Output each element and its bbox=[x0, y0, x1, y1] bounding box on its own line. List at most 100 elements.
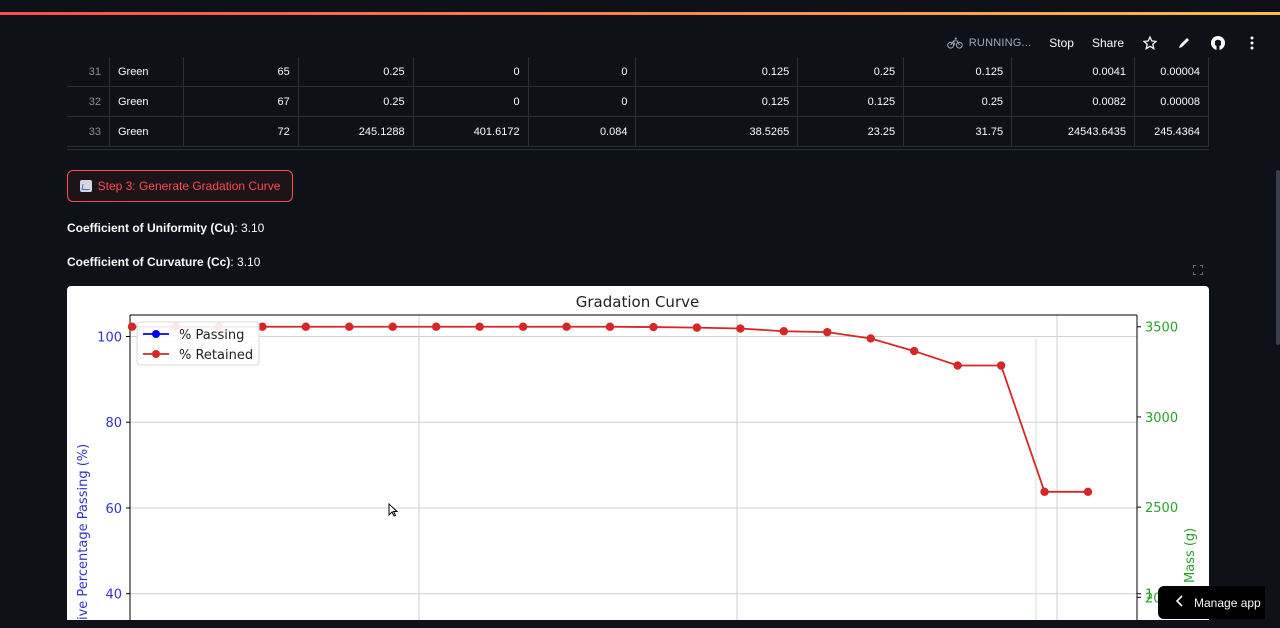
y2-axis-label: Mass (g) bbox=[1183, 528, 1198, 583]
page-scrollbar[interactable] bbox=[1276, 170, 1280, 345]
table-cell: 245.1288 bbox=[298, 116, 414, 147]
retained-data-point bbox=[127, 322, 137, 331]
table-cell: Green bbox=[109, 86, 184, 117]
table-cell: 23.25 bbox=[797, 116, 905, 147]
table-cell: 65 bbox=[183, 57, 299, 87]
retained-data-point bbox=[345, 322, 354, 331]
retained-data-point bbox=[1083, 487, 1093, 496]
table-cell: Green bbox=[109, 57, 184, 87]
right-tick-label: 3500 bbox=[1145, 321, 1178, 336]
running-label: RUNNING... bbox=[968, 37, 1032, 49]
running-status: RUNNING... bbox=[947, 35, 1032, 51]
generate-gradation-curve-button[interactable]: Step 3: Generate Gradation Curve bbox=[67, 170, 293, 202]
star-icon[interactable] bbox=[1142, 35, 1158, 51]
row-index: 33 bbox=[67, 116, 110, 147]
legend-label: % Retained bbox=[179, 348, 253, 363]
row-index: 32 bbox=[67, 86, 110, 117]
left-tick-label: 80 bbox=[105, 416, 122, 431]
chart-title: Gradation Curve bbox=[576, 293, 699, 311]
table-cell: 0.25 bbox=[298, 86, 414, 117]
bottom-bar bbox=[0, 620, 1280, 628]
chevron-left-icon bbox=[1175, 595, 1184, 610]
retained-data-point bbox=[736, 324, 745, 333]
table-cell: 0.125 bbox=[635, 57, 799, 87]
table-cell: 0.25 bbox=[903, 86, 1013, 117]
header-decoration bbox=[0, 12, 1280, 15]
retained-data-point bbox=[475, 322, 484, 331]
more-icon[interactable] bbox=[1244, 35, 1260, 51]
mouse-cursor-icon bbox=[388, 502, 399, 522]
edit-icon[interactable] bbox=[1176, 35, 1192, 51]
running-icon bbox=[947, 35, 963, 51]
retained-data-point bbox=[866, 334, 875, 343]
table-cell: 67 bbox=[183, 86, 299, 117]
retained-data-point bbox=[692, 323, 702, 332]
retained-data-point bbox=[388, 322, 397, 331]
legend-marker bbox=[152, 350, 160, 358]
manage-app-label: Manage app bbox=[1194, 595, 1261, 610]
legend-label: % Passing bbox=[179, 328, 244, 343]
retained-data-point bbox=[909, 346, 919, 356]
row-index: 31 bbox=[67, 57, 110, 87]
table-row: 33 Green 72 245.1288 401.6172 0.084 38.5265 23.… bbox=[67, 116, 1209, 147]
chart-icon bbox=[79, 180, 92, 192]
retained-data-point bbox=[431, 322, 441, 331]
retained-data-point bbox=[649, 322, 658, 332]
table-cell: 0.0041 bbox=[1011, 57, 1135, 87]
table-cell: 0 bbox=[528, 57, 637, 87]
table-cell: 0.084 bbox=[528, 116, 637, 147]
table-cell: 0.00008 bbox=[1134, 86, 1209, 117]
app-toolbar: RUNNING... Stop Share bbox=[947, 32, 1260, 54]
table-cell: 72 bbox=[183, 116, 299, 147]
uniformity-coefficient: Coefficient of Uniformity (Cu): 3.10 bbox=[67, 221, 264, 235]
cu-label: Coefficient of Uniformity (Cu) bbox=[67, 221, 235, 235]
y-axis-label: ive Percentage Passing (%) bbox=[76, 444, 91, 620]
data-table: 31 Green 65 0.25 0 0 0.125 0.25 0.125 0.0041 0.000… bbox=[67, 57, 1209, 150]
retained-data-point bbox=[996, 361, 1006, 370]
table-cell: 0.0082 bbox=[1011, 86, 1135, 117]
table-row: 31 Green 65 0.25 0 0 0.125 0.25 0.125 0.0041 0.000… bbox=[67, 57, 1209, 87]
left-tick-label: 60 bbox=[105, 502, 122, 517]
retained-data-point bbox=[562, 322, 571, 331]
retained-data-point bbox=[823, 327, 832, 337]
left-tick-label: 100 bbox=[97, 330, 122, 345]
table-row: 32 Green 67 0.25 0 0 0.125 0.125 0.25 0.0082 0.000… bbox=[67, 86, 1209, 117]
table-cell: 0 bbox=[413, 86, 529, 117]
gradation-chart-svg: Gradation Curve1008060403500300025002000… bbox=[76, 293, 1198, 628]
cc-label: Coefficient of Curvature (Cc) bbox=[67, 255, 231, 269]
table-cell: 0 bbox=[413, 57, 529, 87]
retained-data-point bbox=[301, 322, 311, 331]
left-tick-label: 40 bbox=[105, 588, 122, 603]
cu-value: : 3.10 bbox=[234, 221, 265, 235]
table-cell: 0 bbox=[528, 86, 637, 117]
stop-button[interactable]: Stop bbox=[1049, 36, 1074, 50]
retained-data-point bbox=[518, 322, 528, 331]
github-icon[interactable] bbox=[1210, 35, 1226, 51]
table-cell: Green bbox=[109, 116, 184, 147]
table-cell: 0.25 bbox=[797, 57, 905, 87]
gradation-chart: Gradation Curve1008060403500300025002000… bbox=[67, 286, 1209, 628]
table-cell: 401.6172 bbox=[413, 116, 529, 147]
cc-value: : 3.10 bbox=[230, 255, 261, 269]
curvature-coefficient: Coefficient of Curvature (Cc): 3.10 bbox=[67, 255, 260, 269]
table-cell: 245.4364 bbox=[1134, 116, 1209, 147]
table-cell: 0.125 bbox=[635, 86, 799, 117]
retained-data-point bbox=[605, 322, 615, 331]
retained-data-point bbox=[953, 361, 962, 370]
share-button[interactable]: Share bbox=[1092, 36, 1124, 50]
retained-data-point bbox=[1040, 487, 1049, 496]
table-cell: 38.5265 bbox=[635, 116, 799, 147]
manage-app-button[interactable]: Manage app bbox=[1158, 586, 1265, 619]
legend-marker bbox=[152, 330, 160, 338]
table-cell: 24543.6435 bbox=[1011, 116, 1135, 147]
table-cell: 0.00004 bbox=[1134, 57, 1209, 87]
table-cell: 0.125 bbox=[797, 86, 905, 117]
right-tick-label: 3000 bbox=[1145, 411, 1178, 426]
right-tick-label: 1 bbox=[1145, 588, 1153, 603]
table-cell: 0.125 bbox=[903, 57, 1013, 87]
fullscreen-icon[interactable] bbox=[1192, 264, 1205, 277]
retained-data-point bbox=[779, 327, 789, 336]
right-tick-label: 2500 bbox=[1145, 501, 1178, 516]
plot-area bbox=[130, 315, 1137, 628]
generate-gradation-curve-label: Step 3: Generate Gradation Curve bbox=[97, 179, 281, 193]
